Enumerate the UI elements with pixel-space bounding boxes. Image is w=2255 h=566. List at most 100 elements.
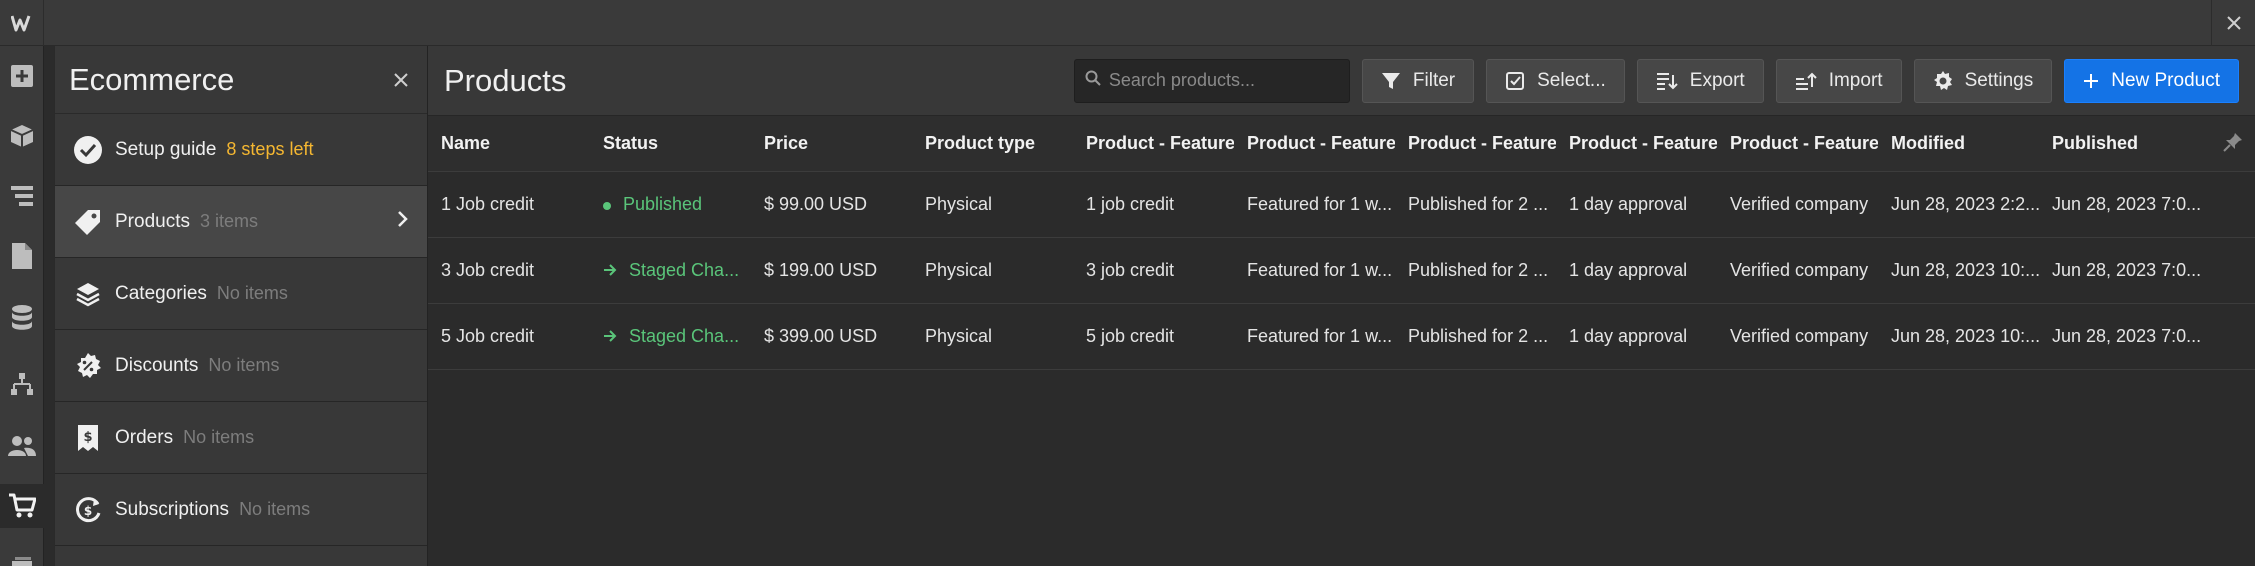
ecommerce-icon[interactable] [0,484,44,528]
cell-featured-4: 1 day approval [1569,326,1688,346]
cell-featured-2: Featured for 1 w... [1247,194,1393,214]
users-icon[interactable] [0,424,44,468]
page-title: Products [444,62,567,98]
new-product-button[interactable]: New Product [2064,58,2239,103]
nav-item-setup-guide[interactable]: Setup guide 8 steps left [55,114,427,186]
nav-item-meta: No items [183,427,255,447]
subscription-icon: $ [73,495,103,525]
column-header-published[interactable]: Published [2039,133,2200,154]
cell-status: Staged Cha... [590,260,751,281]
panel-header: Ecommerce [55,46,427,114]
nav-item-subscriptions[interactable]: $ Subscriptions No items [55,474,427,546]
close-icon[interactable] [2211,0,2255,46]
nav-item-meta: No items [239,499,311,519]
settings-button-label: Settings [1964,69,2034,91]
filter-button[interactable]: Filter [1361,58,1475,103]
export-icon [1656,72,1678,90]
search-icon [1085,70,1101,91]
cell-price: $ 399.00 USD [764,326,878,346]
table-row[interactable]: 5 Job credit Staged Cha... $ 399.00 USD … [428,304,2255,370]
navigator-icon[interactable] [0,174,44,218]
category-icon [73,279,103,309]
column-header-product-type[interactable]: Product type [912,133,1073,154]
import-button[interactable]: Import [1775,58,1902,103]
column-header-status[interactable]: Status [590,133,751,154]
cell-published: Jun 28, 2023 7:0... [2052,260,2200,280]
table-row[interactable]: 1 Job credit Published $ 99.00 USD Physi… [428,172,2255,238]
webflow-logo[interactable] [0,0,44,46]
status-text: Staged Cha... [629,260,740,280]
nav-item-label: Subscriptions [115,498,230,520]
export-button[interactable]: Export [1636,58,1764,103]
check-circle-icon [73,135,103,165]
cell-product-type: Physical [925,194,993,214]
ecommerce-panel: Ecommerce Setup guide 8 steps left Produ… [54,46,428,566]
column-header-featured-4[interactable]: Product - Featured [1556,133,1717,154]
box-icon[interactable] [0,114,44,158]
add-icon[interactable] [0,54,44,98]
status-text: Published [623,194,703,214]
import-button-label: Import [1828,69,1883,91]
cell-status: Published [590,194,751,215]
cell-featured-3: Published for 2 ... [1408,194,1549,214]
column-header-featured-5[interactable]: Product - Featured [1717,133,1878,154]
cell-featured-4: 1 day approval [1569,194,1688,214]
cell-product-type: Physical [925,260,993,280]
gear-icon [1933,70,1952,90]
nav-item-orders[interactable]: $ Orders No items [55,402,427,474]
nav-item-label: Setup guide [115,138,217,160]
cell-price: $ 199.00 USD [764,260,878,280]
cell-featured-4: 1 day approval [1569,260,1688,280]
cell-modified: Jun 28, 2023 10:... [1891,260,2039,280]
column-header-name[interactable]: Name [428,133,590,154]
column-header-featured-1[interactable]: Product - Featured [1073,133,1234,154]
discount-icon [73,351,103,381]
search-box[interactable] [1073,58,1350,103]
logic-icon[interactable] [0,362,44,406]
cell-product-type: Physical [925,326,993,346]
cell-modified: Jun 28, 2023 10:... [1891,326,2039,346]
cell-featured-5: Verified company [1730,194,1869,214]
checkbox-icon [1506,71,1525,90]
pin-icon[interactable] [2223,132,2243,157]
nav-item-products[interactable]: Products 3 items [55,186,427,258]
column-header-modified[interactable]: Modified [1878,133,2039,154]
panel-title: Ecommerce [69,61,235,97]
export-button-label: Export [1689,69,1745,91]
search-input[interactable] [1108,70,1329,91]
svg-text:$: $ [84,504,92,518]
table-header-row: Name Status Price Product type Product -… [428,116,2255,172]
assets-icon[interactable] [0,544,44,566]
nav-item-meta: No items [216,283,288,303]
top-bar [0,0,2255,46]
nav-item-label: Categories [115,282,207,304]
column-header-price[interactable]: Price [751,133,912,154]
cell-published: Jun 28, 2023 7:0... [2052,194,2200,214]
products-main: Products Filter Select... Export Import … [428,46,2255,566]
select-button[interactable]: Select... [1486,58,1625,103]
column-header-featured-3[interactable]: Product - Featured [1395,133,1556,154]
nav-item-label: Orders [115,426,174,448]
cell-featured-5: Verified company [1730,326,1869,346]
cell-price: $ 99.00 USD [764,194,868,214]
cell-featured-1: 3 job credit [1086,260,1175,280]
cell-featured-5: Verified company [1730,260,1869,280]
column-header-featured-2[interactable]: Product - Featured [1234,133,1395,154]
nav-item-categories[interactable]: Categories No items [55,258,427,330]
cell-modified: Jun 28, 2023 2:2... [1891,194,2039,214]
nav-item-discounts[interactable]: Discounts No items [55,330,427,402]
nav-item-label: Discounts [115,354,199,376]
cell-featured-2: Featured for 1 w... [1247,326,1393,346]
settings-button[interactable]: Settings [1913,58,2053,103]
cell-name: 5 Job credit [441,326,535,346]
pages-icon[interactable] [0,234,44,278]
cms-icon[interactable] [0,296,44,340]
panel-close-icon[interactable] [389,68,413,92]
dot-icon [603,194,611,215]
cell-featured-1: 1 job credit [1086,194,1175,214]
status-text: Staged Cha... [629,326,740,346]
cell-name: 3 Job credit [441,260,535,280]
filter-button-label: Filter [1412,69,1456,91]
table-row[interactable]: 3 Job credit Staged Cha... $ 199.00 USD … [428,238,2255,304]
nav-item-label: Products [115,210,190,232]
